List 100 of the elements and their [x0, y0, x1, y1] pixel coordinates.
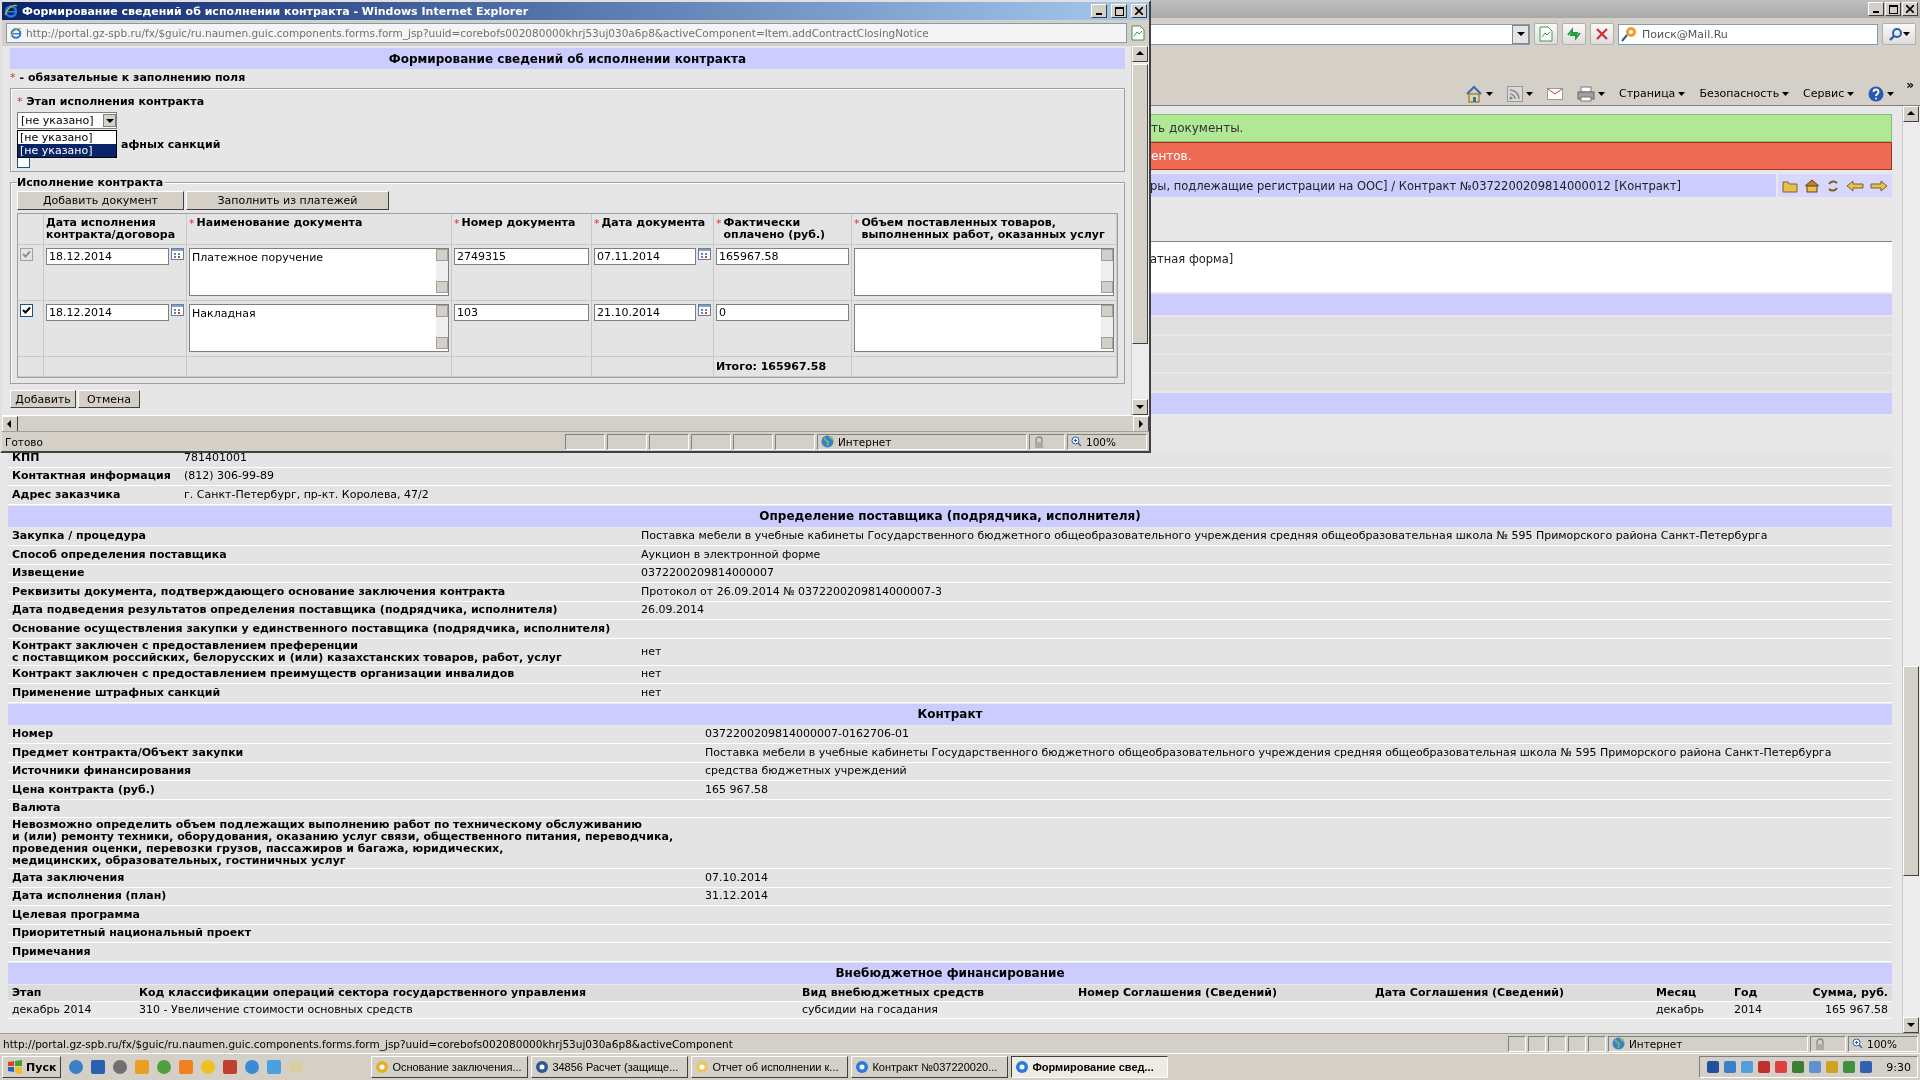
- field-label: Применение штрафных санкций: [11, 685, 222, 700]
- mail-button[interactable]: [1545, 86, 1565, 101]
- app-launcher-icon[interactable]: [90, 1059, 107, 1075]
- print-form-link[interactable]: атная форма]: [1150, 252, 1234, 266]
- column-header: Месяц: [1655, 984, 1698, 1001]
- scroll-right-button[interactable]: [1133, 416, 1149, 432]
- app-launcher-icon[interactable]: [244, 1059, 261, 1075]
- close-icon: [1906, 5, 1914, 13]
- minimize-button[interactable]: [1091, 4, 1107, 18]
- form-button[interactable]: Добавить документ: [17, 191, 184, 210]
- tray-icon[interactable]: [1774, 1060, 1789, 1074]
- security-zone: Интернет: [1608, 1035, 1808, 1052]
- text-area-field[interactable]: Накладная: [189, 304, 449, 352]
- tray-icon[interactable]: [1757, 1060, 1772, 1074]
- menu-button[interactable]: Безопасность: [1697, 86, 1792, 101]
- help-button[interactable]: [1866, 84, 1897, 103]
- calendar-icon[interactable]: [698, 248, 711, 260]
- status-pane: [1568, 1035, 1586, 1052]
- field-value: 26.09.2014: [640, 603, 705, 618]
- scrollbar-thumb[interactable]: [1903, 666, 1919, 876]
- stage-select[interactable]: [не указано]: [17, 112, 117, 129]
- stop-button[interactable]: [1590, 23, 1614, 45]
- address-text: http://portal.gz-spb.ru/fx/$guic/ru.naumen.guic.components.forms.form_jsp?uuid=corebofs002080000khrj53uj030a6p8&activeComponent=Item.addContractClosingNotice: [26, 27, 929, 39]
- scrollbar[interactable]: [1902, 106, 1920, 1033]
- right-arrow-icon[interactable]: [1870, 179, 1888, 192]
- tray-icon[interactable]: [1842, 1060, 1857, 1074]
- menu-button[interactable]: Сервис: [1801, 86, 1857, 101]
- taskbar-button[interactable]: Отчет об исполнении к...: [691, 1056, 849, 1078]
- feeds-button[interactable]: [1505, 84, 1535, 103]
- scroll-up-button[interactable]: [1903, 106, 1919, 122]
- form-button[interactable]: Заполнить из платежей: [186, 191, 389, 210]
- calendar-icon[interactable]: [171, 248, 184, 260]
- zoom-level[interactable]: 100%: [1067, 433, 1147, 450]
- app-launcher-icon[interactable]: [222, 1059, 239, 1075]
- scrollbar-thumb[interactable]: [1132, 64, 1148, 344]
- address-field[interactable]: [1150, 23, 1530, 45]
- scroll-left-button[interactable]: [2, 416, 18, 432]
- taskbar-button[interactable]: Контракт №037220020...: [851, 1056, 1009, 1078]
- field-value: (812) 306-99-89: [183, 469, 275, 484]
- field-value: 0372200209814000007: [640, 566, 775, 581]
- app-launcher-icon[interactable]: [112, 1059, 129, 1075]
- form-button[interactable]: Добавить: [10, 390, 76, 408]
- checkbox[interactable]: [20, 304, 33, 317]
- dropdown-button[interactable]: [1512, 24, 1529, 44]
- status-pane: [775, 433, 815, 450]
- refresh-button[interactable]: [1562, 23, 1586, 45]
- input-field[interactable]: 103: [454, 304, 589, 321]
- date-input[interactable]: 18.12.2014: [46, 304, 169, 321]
- search-button[interactable]: [1882, 23, 1916, 45]
- search-field[interactable]: Поиск@Mail.Ru: [1618, 23, 1878, 45]
- app-launcher-icon[interactable]: [68, 1059, 85, 1075]
- status-pane: [565, 433, 605, 450]
- date-input[interactable]: 21.10.2014: [594, 304, 696, 321]
- scroll-up-button[interactable]: [1132, 46, 1148, 62]
- zoom-level[interactable]: 100%: [1848, 1035, 1918, 1052]
- page-icon[interactable]: [1131, 25, 1145, 41]
- tray-icon[interactable]: [1723, 1060, 1738, 1074]
- start-button[interactable]: Пуск: [2, 1056, 62, 1078]
- scrollbar[interactable]: [1131, 46, 1149, 415]
- print-button[interactable]: [1575, 84, 1607, 103]
- field-value: 07.10.2014: [704, 870, 769, 885]
- dropdown-option[interactable]: [не указано]: [18, 144, 116, 157]
- folder-icon[interactable]: [1782, 178, 1798, 193]
- tray-icon[interactable]: [1808, 1060, 1823, 1074]
- compatibility-button[interactable]: [1534, 23, 1558, 45]
- scroll-down-button[interactable]: [1903, 1017, 1919, 1033]
- maximize-icon: [1888, 4, 1898, 14]
- refresh-icon[interactable]: [1826, 178, 1840, 193]
- section-header: Контракт: [8, 703, 1892, 725]
- tray-icon[interactable]: [1706, 1060, 1721, 1074]
- scroll-down-button[interactable]: [1132, 399, 1148, 415]
- address-field[interactable]: http://portal.gz-spb.ru/fx/$guic/ru.naumen.guic.components.forms.form_jsp?uuid=corebofs002080000khrj53uj030a6p8&activeComponent=Item.addContractClosingNotice: [6, 23, 1127, 43]
- more-commands-chevron[interactable]: »: [1906, 78, 1914, 92]
- app-launcher-icon[interactable]: [156, 1059, 173, 1075]
- input-field[interactable]: 0: [716, 304, 849, 321]
- globe-icon: [821, 435, 834, 448]
- success-message: ть документы.: [1150, 114, 1892, 142]
- field-label: Закупка / процедура: [11, 529, 148, 544]
- left-arrow-icon[interactable]: [1846, 179, 1864, 192]
- calendar-icon[interactable]: [171, 304, 184, 316]
- minimize-button[interactable]: [1868, 2, 1884, 16]
- tray-icon[interactable]: [1859, 1060, 1874, 1074]
- taskbar-button[interactable]: 34856 Расчет (защище...: [531, 1056, 689, 1078]
- section-header: Определение поставщика (подрядчика, исполнителя): [8, 505, 1892, 527]
- tray-icon[interactable]: [1791, 1060, 1806, 1074]
- taskbar-button[interactable]: Основание заключения...: [371, 1056, 529, 1078]
- menu-button[interactable]: Страница: [1617, 86, 1688, 101]
- close-button[interactable]: [1131, 4, 1147, 18]
- home-icon[interactable]: [1804, 178, 1820, 193]
- dropdown-button[interactable]: [103, 114, 116, 127]
- close-button[interactable]: [1902, 2, 1918, 16]
- help-icon: [1868, 85, 1885, 102]
- maximize-button[interactable]: [1885, 2, 1901, 16]
- form-button[interactable]: Отмена: [78, 390, 140, 408]
- maximize-button[interactable]: [1111, 4, 1127, 18]
- search-input[interactable]: Поиск@Mail.Ru: [1640, 26, 1875, 42]
- calendar-icon[interactable]: [698, 304, 711, 316]
- form-heading: Формирование сведений об исполнении контракта: [10, 48, 1125, 69]
- section-header: Внебюджетное финансирование: [8, 962, 1892, 984]
- taskbar-button[interactable]: Формирование свед...: [1011, 1056, 1169, 1078]
